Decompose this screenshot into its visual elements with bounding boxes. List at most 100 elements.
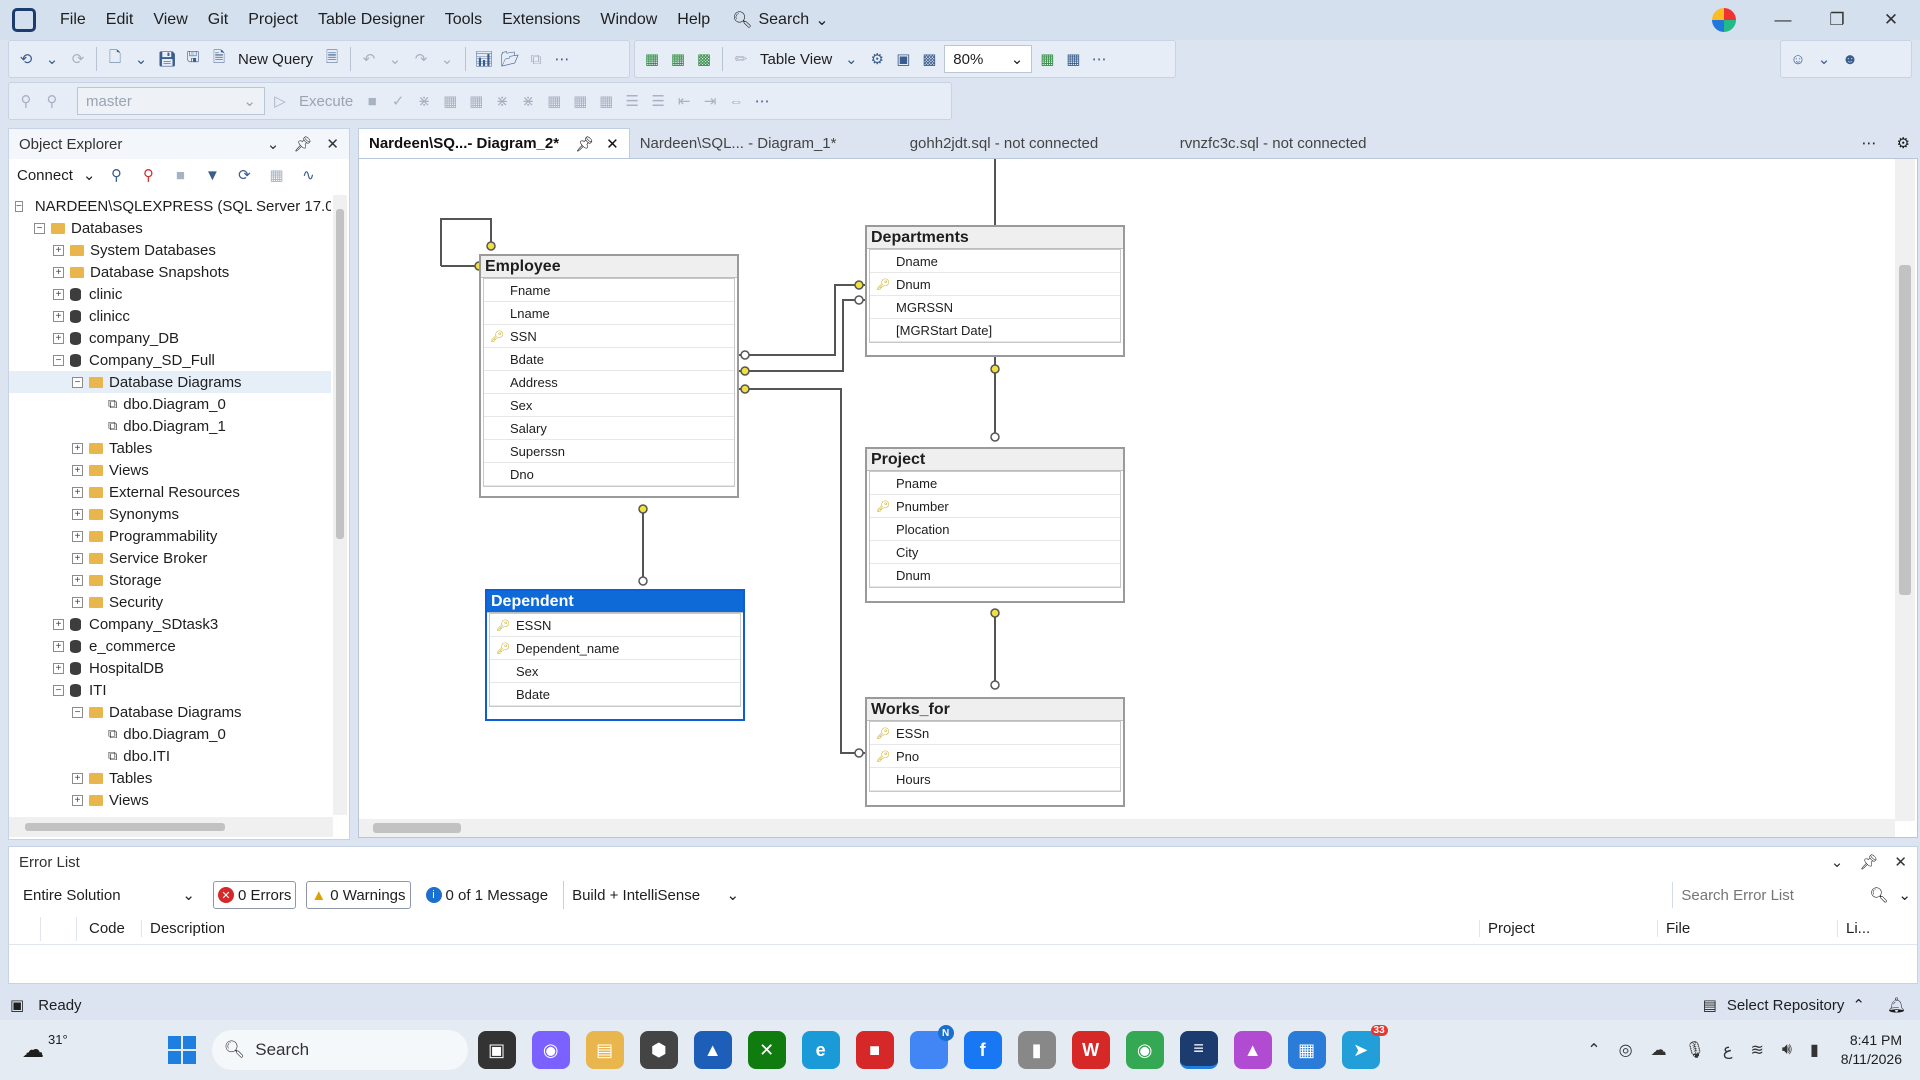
menu-view[interactable]: View <box>143 0 197 40</box>
scroll-thumb[interactable] <box>1899 265 1911 595</box>
relationship-icon[interactable]: ✏︎ <box>730 48 752 70</box>
copilot-app-icon[interactable]: ◉ <box>531 1031 570 1069</box>
chevron-down-icon[interactable]: ⌄ <box>1831 853 1844 871</box>
feedback-icon[interactable]: ☺ <box>1787 48 1809 70</box>
table-column[interactable]: 🔑︎ Pno <box>870 745 1120 768</box>
forward-icon[interactable]: ⟳ <box>67 48 89 70</box>
new-query-button[interactable]: New Query <box>234 51 317 68</box>
results-icon[interactable]: ▦ <box>439 90 461 112</box>
chevron-up-icon[interactable]: ⌃ <box>1852 996 1865 1014</box>
table-column[interactable]: Fname <box>484 279 734 302</box>
tree-node[interactable]: − Databases <box>9 217 331 239</box>
tree-node[interactable]: + Tables <box>9 437 331 459</box>
expand-icon[interactable]: + <box>53 244 64 256</box>
arrange-tables-icon[interactable]: ▣ <box>892 48 914 70</box>
volume-icon[interactable]: 🔊︎ <box>1782 1041 1792 1059</box>
table-column[interactable]: Dname <box>870 250 1120 273</box>
grid-icon[interactable]: ▦ <box>465 90 487 112</box>
tree-node[interactable]: + e_commerce <box>9 635 331 657</box>
tree-node[interactable]: + Security <box>9 591 331 613</box>
chevron-down-icon[interactable]: ⌄ <box>1813 48 1835 70</box>
tab-diagram-2[interactable]: Nardeen\SQ...- Diagram_2* 📌︎ ✕ <box>358 128 630 158</box>
menu-extensions[interactable]: Extensions <box>492 0 590 40</box>
activity-monitor-icon[interactable]: 📊︎ <box>473 48 495 70</box>
tree-node[interactable]: ⧉ dbo.Diagram_0 <box>9 723 331 745</box>
tab-rvnzfc3c[interactable]: rvnzfc3c.sql - not connected <box>1170 128 1440 158</box>
redo-icon[interactable]: ↷ <box>410 48 432 70</box>
tree-node[interactable]: + clinicc <box>9 305 331 327</box>
ssms-taskbar-icon[interactable]: ≡ <box>1179 1031 1218 1069</box>
page-breaks-icon[interactable]: ▦ <box>1062 48 1084 70</box>
tab-diagram-1[interactable]: Nardeen\SQL... - Diagram_1* <box>630 128 900 158</box>
chevron-down-icon[interactable]: ⌄ <box>130 48 152 70</box>
chevron-up-icon[interactable]: ⌃ <box>1587 1040 1600 1060</box>
expand-icon[interactable]: + <box>53 266 64 278</box>
start-button[interactable] <box>167 1036 196 1064</box>
save-icon[interactable]: 💾︎ <box>156 48 178 70</box>
tree-node[interactable]: + Views <box>9 789 331 811</box>
table-column[interactable]: 🔑︎ ESSN <box>490 614 740 637</box>
open-folder-icon[interactable]: 📂︎ <box>499 48 521 70</box>
tree-node[interactable]: − NARDEEN\SQLEXPRESS (SQL Server 17.0.' <box>9 195 331 217</box>
expand-icon[interactable]: + <box>53 640 64 652</box>
app-gray-icon[interactable]: ▮ <box>1017 1031 1056 1069</box>
expand-icon[interactable]: + <box>72 552 83 564</box>
menu-tools[interactable]: Tools <box>435 0 492 40</box>
chevron-down-icon[interactable]: ⌄ <box>267 135 280 153</box>
comment-icon[interactable]: ☰ <box>621 90 643 112</box>
new-file-icon[interactable]: 🗋︎ <box>104 48 126 70</box>
execute-button[interactable]: Execute <box>295 93 357 110</box>
column-file[interactable]: File <box>1657 920 1837 937</box>
chevron-down-icon[interactable]: ⌄ <box>1898 886 1911 904</box>
pin-icon[interactable]: 📌︎ <box>575 135 594 153</box>
microphone-icon[interactable]: 🎙︎ <box>1685 1040 1705 1060</box>
expand-icon[interactable]: + <box>72 596 83 608</box>
chevron-down-icon[interactable]: ⌄ <box>83 166 96 184</box>
copy-icon[interactable]: ⧉ <box>525 48 547 70</box>
app-blue2-icon[interactable]: ▦ <box>1287 1031 1326 1069</box>
add-related-tables-icon[interactable]: ▦ <box>667 48 689 70</box>
task-view-icon[interactable]: ▣ <box>477 1031 516 1069</box>
close-window-button[interactable]: ✕ <box>1864 0 1918 40</box>
execute-icon[interactable]: ▷ <box>269 90 291 112</box>
menu-table-designer[interactable]: Table Designer <box>308 0 435 40</box>
delete-table-icon[interactable]: ▩ <box>693 48 715 70</box>
table-column[interactable]: City <box>870 541 1120 564</box>
filter-icon[interactable]: ▼ <box>201 164 223 186</box>
expand-icon[interactable]: + <box>53 288 64 300</box>
disconnect-icon[interactable]: ⚲ <box>137 164 159 186</box>
table-column[interactable]: Address <box>484 371 734 394</box>
xbox-icon[interactable]: ✕ <box>747 1031 786 1069</box>
facebook-icon[interactable]: f <box>963 1031 1002 1069</box>
object-explorer-hscroll[interactable] <box>9 817 333 837</box>
wifi-icon[interactable]: ≋ <box>1750 1040 1763 1060</box>
tree-node[interactable]: − Database Diagrams <box>9 701 331 723</box>
grid-icon[interactable]: ▦ <box>569 90 591 112</box>
undo-icon[interactable]: ↶ <box>358 48 380 70</box>
table-column[interactable]: 🔑︎ Dependent_name <box>490 637 740 660</box>
parse-icon[interactable]: ✓ <box>387 90 409 112</box>
table-column[interactable]: Dno <box>484 463 734 486</box>
onedrive-icon[interactable]: ☁ <box>1651 1040 1667 1060</box>
clock[interactable]: 8:41 PM 8/11/2026 <box>1841 1031 1902 1069</box>
messages-filter-button[interactable]: i 0 of 1 Message <box>421 881 554 909</box>
table-column[interactable]: Dnum <box>870 564 1120 587</box>
language-icon[interactable]: ع <box>1723 1040 1733 1060</box>
chevron-down-icon[interactable]: ⌄ <box>436 48 458 70</box>
expand-icon[interactable]: + <box>53 332 64 344</box>
table-works-for[interactable]: Works_for 🔑︎ ESSn 🔑︎ Pno Hours <box>865 697 1125 807</box>
table-column[interactable]: Sex <box>490 660 740 683</box>
column-line[interactable]: Li... <box>1837 920 1893 937</box>
menu-search[interactable]: 🔍︎ Search ⌄ <box>732 10 828 30</box>
summary-icon[interactable]: ▦ <box>265 164 287 186</box>
warnings-filter-button[interactable]: ▲ 0 Warnings <box>306 881 411 909</box>
tree-node[interactable]: + Tables <box>9 767 331 789</box>
tree-node[interactable]: + Storage <box>9 569 331 591</box>
menu-edit[interactable]: Edit <box>96 0 144 40</box>
diagram-canvas[interactable]: Employee Fname Lname 🔑︎ SSN Bdate Address Sex S… <box>358 158 1918 838</box>
collapse-icon[interactable]: − <box>72 376 83 388</box>
zoom-select[interactable]: 80% ⌄ <box>944 45 1033 73</box>
text-icon[interactable]: ▦ <box>543 90 565 112</box>
autosize-icon[interactable]: ▦ <box>1036 48 1058 70</box>
table-column[interactable]: Bdate <box>490 683 740 706</box>
